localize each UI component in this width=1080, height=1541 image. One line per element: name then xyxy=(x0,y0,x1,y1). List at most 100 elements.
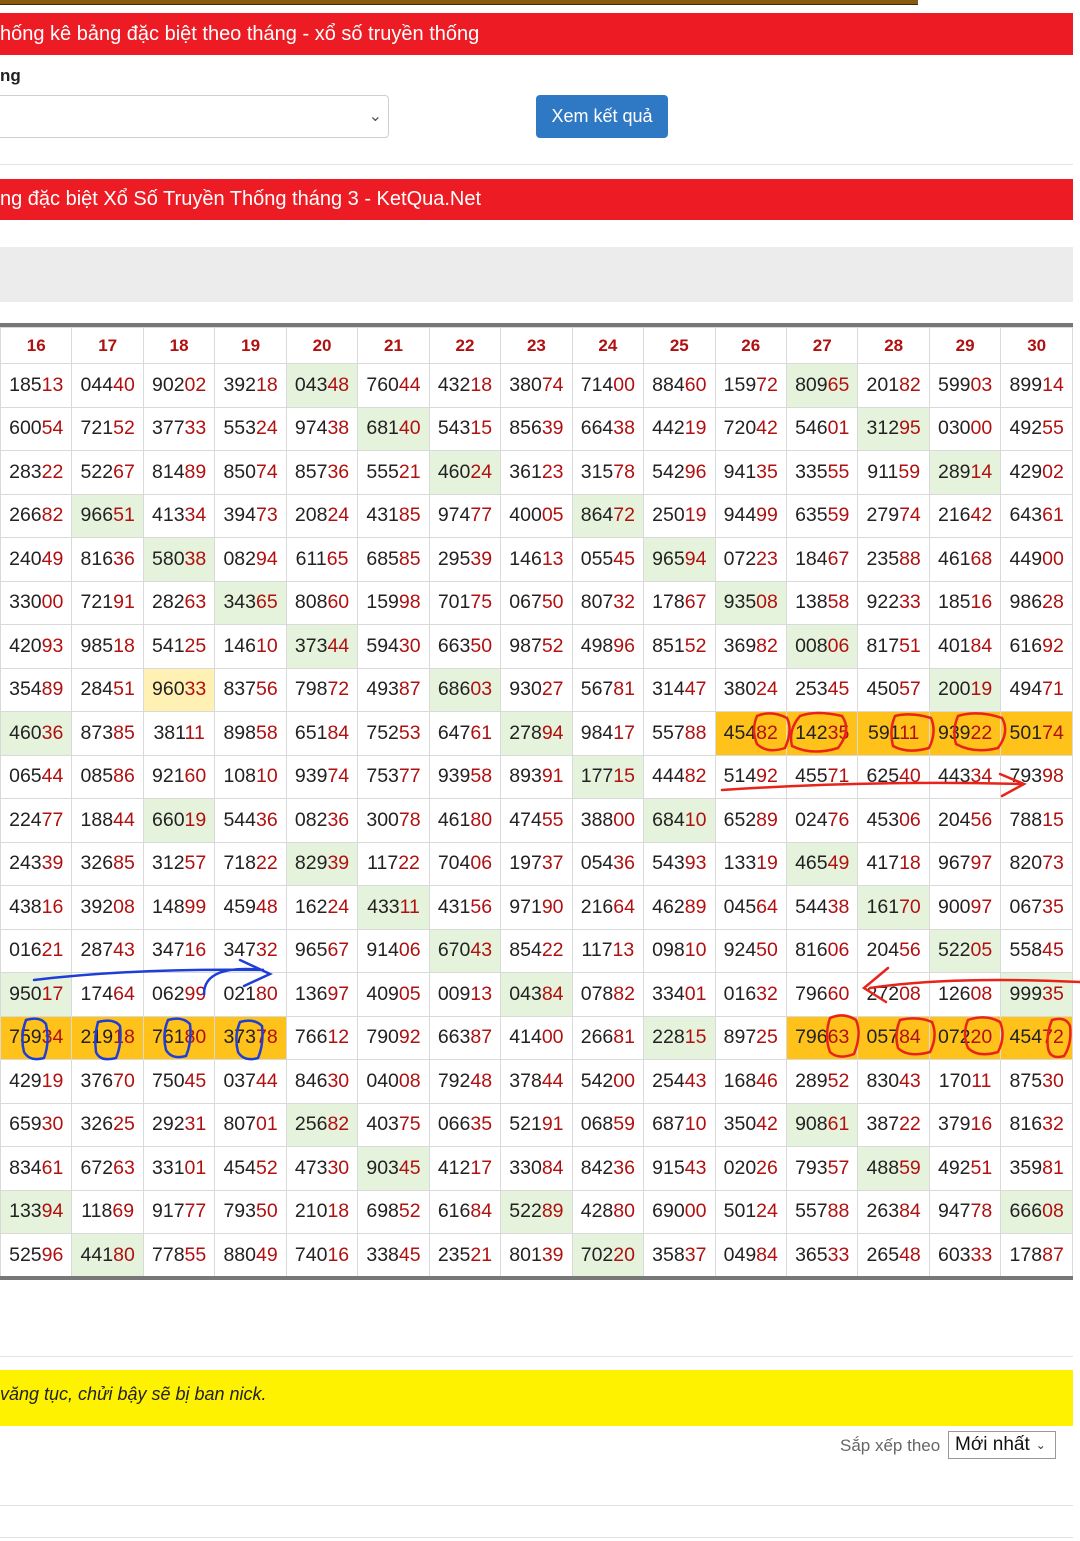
result-cell: 37670 xyxy=(71,1059,144,1104)
result-last-two: 93 xyxy=(684,852,707,875)
result-lead-digits: 235 xyxy=(866,547,900,570)
comment-rules-notice: văng tục, chửi bậy sẽ bị ban nick. xyxy=(0,1370,1073,1426)
result-lead-digits: 380 xyxy=(723,678,757,701)
result-last-two: 51 xyxy=(113,504,135,527)
result-last-two: 44 xyxy=(541,1069,564,1092)
result-lead-digits: 253 xyxy=(795,678,828,701)
result-last-two: 22 xyxy=(899,1113,921,1136)
result-cell: 52289 xyxy=(500,1189,573,1234)
result-cell: 98518 xyxy=(71,624,144,669)
result-lead-digits: 488 xyxy=(866,1156,900,1179)
result-cell: 91777 xyxy=(142,1189,216,1234)
result-cell: 29231 xyxy=(142,1102,216,1147)
result-lead-digits: 701 xyxy=(437,591,471,614)
result-last-two: 33 xyxy=(184,678,207,701)
result-cell: 14235 xyxy=(785,711,859,756)
table-row: 95017 17464 06299 02180 13697 40905 00913 04384… xyxy=(0,972,1073,1017)
result-lead-digits: 394 xyxy=(223,504,256,527)
result-lead-digits: 809 xyxy=(795,373,828,396)
result-last-two: 39 xyxy=(41,852,64,875)
result-lead-digits: 814 xyxy=(152,460,185,483)
result-lead-digits: 354 xyxy=(9,678,42,701)
result-last-two: 32 xyxy=(613,591,635,614)
result-cell: 42880 xyxy=(571,1189,645,1234)
result-lead-digits: 816 xyxy=(80,547,114,570)
result-cell: 04348 xyxy=(285,363,359,408)
result-cell: 38074 xyxy=(500,363,573,408)
result-last-two: 08 xyxy=(970,982,993,1005)
result-cell: 98752 xyxy=(500,624,573,669)
result-cell: 98417 xyxy=(571,711,645,756)
result-cell: 38800 xyxy=(571,798,645,843)
result-cell: 15972 xyxy=(714,363,787,408)
column-header-16: 16 xyxy=(0,327,73,364)
table-row: 42093 98518 54125 14610 37344 59430 66350 98752… xyxy=(0,624,1073,669)
result-last-two: 40 xyxy=(113,373,135,396)
result-last-two: 98 xyxy=(398,591,421,614)
result-cell: 23521 xyxy=(428,1233,502,1278)
result-last-two: 71 xyxy=(827,765,850,788)
result-last-two: 60 xyxy=(827,982,850,1005)
result-last-two: 78 xyxy=(613,460,635,483)
result-lead-digits: 330 xyxy=(9,591,42,614)
result-last-two: 58 xyxy=(470,765,493,788)
result-cell: 21918 xyxy=(71,1015,144,1060)
result-lead-digits: 542 xyxy=(580,1069,614,1092)
result-lead-digits: 960 xyxy=(152,678,185,701)
result-cell: 21018 xyxy=(285,1189,359,1234)
result-lead-digits: 616 xyxy=(437,1200,471,1223)
result-cell: 37844 xyxy=(500,1059,573,1104)
result-lead-digits: 521 xyxy=(509,1113,542,1136)
result-lead-digits: 283 xyxy=(9,460,42,483)
result-cell: 60054 xyxy=(0,406,73,451)
result-cell: 31578 xyxy=(571,450,645,495)
result-lead-digits: 287 xyxy=(80,939,114,962)
table-title: ng đặc biệt Xổ Số Truyền Thống tháng 3 -… xyxy=(0,188,482,210)
result-lead-digits: 461 xyxy=(937,547,971,570)
result-last-two: 33 xyxy=(184,417,207,440)
result-last-two: 74 xyxy=(1042,721,1064,744)
result-lead-digits: 915 xyxy=(652,1156,685,1179)
result-cell: 87385 xyxy=(71,711,144,756)
result-lead-digits: 817 xyxy=(866,634,900,657)
result-lead-digits: 543 xyxy=(652,852,685,875)
view-results-button[interactable]: Xem kết quả xyxy=(536,95,668,138)
result-lead-digits: 240 xyxy=(9,547,42,570)
result-last-two: 15 xyxy=(1042,808,1064,831)
result-last-two: 74 xyxy=(541,373,564,396)
result-cell: 47455 xyxy=(500,798,573,843)
result-cell: 36982 xyxy=(714,624,787,669)
result-lead-digits: 864 xyxy=(580,504,614,527)
result-cell: 43816 xyxy=(0,885,73,930)
result-lead-digits: 663 xyxy=(437,634,471,657)
result-lead-digits: 312 xyxy=(866,417,900,440)
result-lead-digits: 358 xyxy=(652,1243,685,1266)
result-last-two: 81 xyxy=(1042,1156,1064,1179)
result-last-two: 96 xyxy=(613,634,635,657)
result-last-two: 84 xyxy=(899,1200,921,1223)
table-title-bar: ng đặc biệt Xổ Số Truyền Thống tháng 3 -… xyxy=(0,179,1073,220)
result-last-two: 30 xyxy=(41,1113,64,1136)
result-last-two: 30 xyxy=(398,634,421,657)
result-cell: 16224 xyxy=(285,885,359,930)
sort-select[interactable]: Mới nhất ⌄ xyxy=(948,1431,1056,1459)
result-lead-digits: 331 xyxy=(152,1156,185,1179)
result-lead-digits: 444 xyxy=(652,765,685,788)
result-cell: 05784 xyxy=(857,1015,930,1060)
top-banner-strip xyxy=(0,0,918,5)
result-cell: 34732 xyxy=(214,928,287,973)
result-cell: 54436 xyxy=(214,798,287,843)
result-cell: 97190 xyxy=(500,885,573,930)
result-cell: 06859 xyxy=(571,1102,645,1147)
result-last-two: 82 xyxy=(327,1113,350,1136)
result-last-two: 19 xyxy=(41,1069,64,1092)
result-lead-digits: 690 xyxy=(652,1200,685,1223)
result-last-two: 51 xyxy=(970,1156,993,1179)
result-last-two: 45 xyxy=(398,1156,421,1179)
result-last-two: 01 xyxy=(184,1156,207,1179)
result-lead-digits: 066 xyxy=(437,1113,471,1136)
result-last-two: 00 xyxy=(613,373,635,396)
result-last-two: 52 xyxy=(827,1069,850,1092)
month-select[interactable]: ⌄ xyxy=(0,95,389,138)
result-last-two: 89 xyxy=(41,678,64,701)
